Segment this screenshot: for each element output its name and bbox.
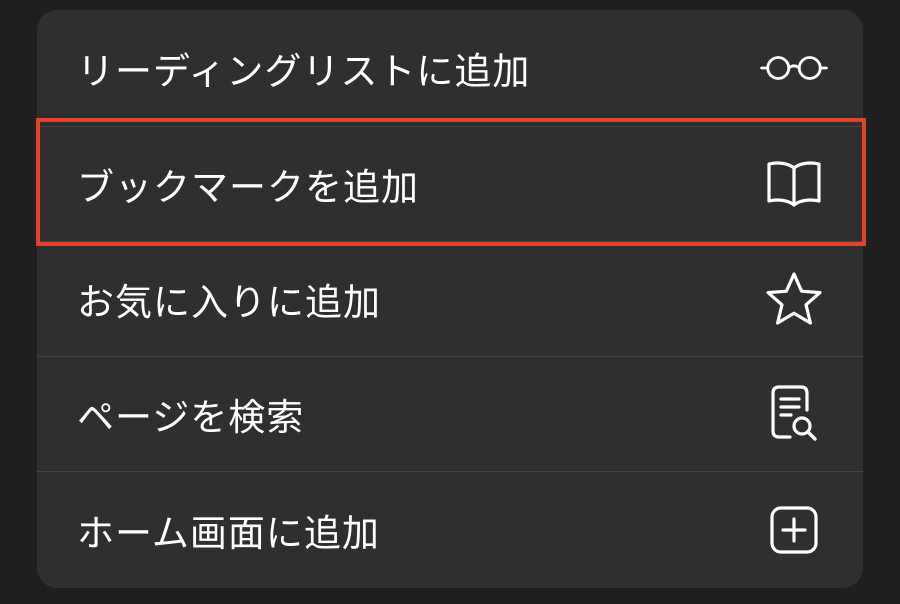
share-actions-menu: リーディングリストに追加 ブックマークを追加 お気に入りに追加 ページを検索 ホ… [37,10,863,588]
menu-item-label: ブックマークを追加 [77,166,419,209]
menu-item-label: リーディングリストに追加 [77,50,531,93]
menu-item-find-on-page[interactable]: ページを検索 [37,357,863,471]
menu-item-label: お気に入りに追加 [77,281,381,324]
screen: リーディングリストに追加 ブックマークを追加 お気に入りに追加 ページを検索 ホ… [0,0,900,604]
star-icon [759,269,829,329]
plus-square-icon [759,500,829,560]
menu-item-add-to-reading-list[interactable]: リーディングリストに追加 [37,10,863,126]
menu-item-add-bookmark[interactable]: ブックマークを追加 [37,127,863,241]
book-icon [759,154,829,214]
menu-item-label: ページを検索 [77,396,305,439]
document-search-icon [759,384,829,444]
menu-item-label: ホーム画面に追加 [77,512,380,555]
menu-item-add-to-favorites[interactable]: お気に入りに追加 [37,242,863,356]
glasses-icon [759,38,829,98]
menu-item-add-to-home-screen[interactable]: ホーム画面に追加 [37,472,863,588]
